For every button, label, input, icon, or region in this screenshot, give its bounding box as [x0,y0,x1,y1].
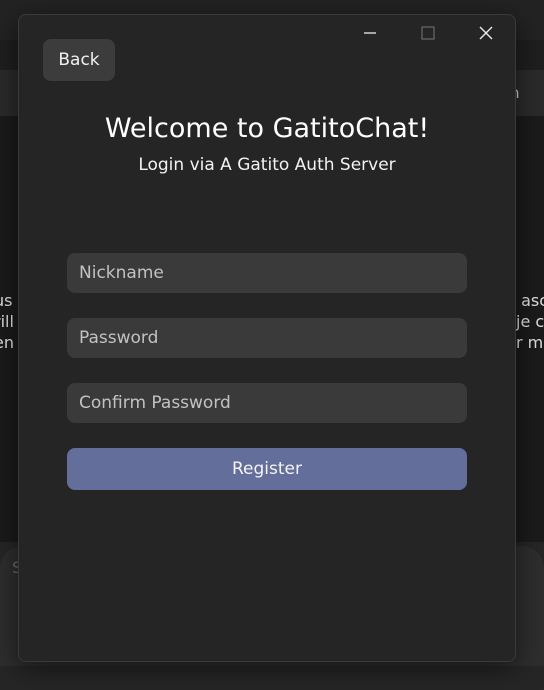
background-text-line: en [0,333,14,352]
background-text-line: us [0,291,13,310]
minimize-icon [363,26,377,40]
background-text-line: je c [516,312,544,331]
close-icon [479,26,493,40]
background-text-line: r m [516,333,544,352]
close-button[interactable] [457,15,515,51]
window-controls [341,15,515,51]
background-text-right: asc je c r m [516,290,544,353]
register-dialog: Back Welcome to GatitoChat! Login via A … [18,14,516,662]
minimize-button[interactable] [341,15,399,51]
maximize-button[interactable] [399,15,457,51]
background-text-line: asc [521,291,544,310]
background-text-left: us rill en [0,290,14,353]
confirm-password-input[interactable] [67,383,467,423]
password-input[interactable] [67,318,467,358]
nickname-input[interactable] [67,253,467,293]
page-title: Welcome to GatitoChat! [104,113,430,144]
maximize-icon [421,26,435,40]
register-button[interactable]: Register [67,448,467,490]
background-text-line: rill [0,312,14,331]
page-subtitle: Login via A Gatito Auth Server [138,155,396,175]
back-button[interactable]: Back [43,39,115,81]
